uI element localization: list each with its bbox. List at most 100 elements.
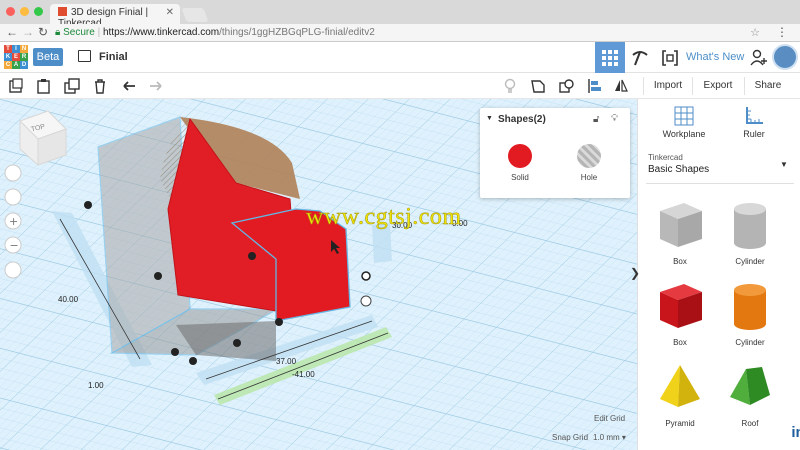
- resize-handle[interactable]: [189, 357, 197, 365]
- 3d-view-button[interactable]: [595, 42, 625, 73]
- z-offset-value[interactable]: 1.00: [88, 381, 104, 390]
- resize-handle[interactable]: [84, 201, 92, 209]
- address-bar: ← → ↻ 🔒︎ Secure | https://www.tinkercad.…: [0, 24, 800, 42]
- ungroup-icon[interactable]: [558, 78, 574, 94]
- brand-name: Linked: [740, 424, 789, 441]
- trash-icon[interactable]: [92, 78, 108, 94]
- share-button[interactable]: Share: [748, 73, 788, 99]
- home-view-button[interactable]: [4, 164, 22, 182]
- shape-label: Pyramid: [665, 419, 695, 428]
- width-dimension-value[interactable]: 37.00: [276, 357, 296, 366]
- brand-in: in: [789, 424, 800, 441]
- browser-tab[interactable]: 3D design Finial | Tinkercad ✕: [50, 4, 180, 29]
- codeblocks-button[interactable]: [655, 42, 685, 73]
- user-avatar[interactable]: [772, 44, 798, 70]
- resize-handle[interactable]: [248, 252, 256, 260]
- mirror-icon[interactable]: [613, 78, 629, 94]
- shape-pyramid[interactable]: Pyramid: [650, 361, 710, 441]
- ruler-tool[interactable]: Ruler: [734, 105, 774, 139]
- watermark-text: www.cgtsj.com: [306, 204, 462, 231]
- project-name[interactable]: Finial: [99, 51, 128, 63]
- bookmark-star-icon[interactable]: ☆: [750, 26, 760, 39]
- collapse-panel-chevron-icon[interactable]: ❯: [630, 266, 640, 280]
- shape-box-solid[interactable]: Box: [650, 280, 710, 360]
- new-shape-icon[interactable]: [8, 78, 24, 94]
- snap-grid-value: 1.0 mm: [593, 433, 620, 442]
- secure-label: Secure: [63, 27, 95, 38]
- align-icon[interactable]: [587, 78, 603, 94]
- pickaxe-icon: [632, 50, 648, 65]
- toolbar-divider: [744, 77, 745, 95]
- duplicate-icon[interactable]: [64, 78, 80, 94]
- redo-icon[interactable]: [148, 78, 164, 94]
- workplane-tool[interactable]: Workplane: [658, 105, 710, 139]
- ortho-view-button[interactable]: [4, 261, 22, 279]
- rotate-handle[interactable]: [360, 295, 372, 307]
- solid-button[interactable]: [508, 144, 532, 168]
- browser-tab-bar: 3D design Finial | Tinkercad ✕: [0, 0, 800, 29]
- solid-label: Solid: [511, 173, 529, 182]
- reload-icon[interactable]: ↻: [38, 25, 48, 39]
- url-field[interactable]: 🔒︎ Secure | https://www.tinkercad.com/th…: [55, 25, 755, 40]
- tinkercad-logo[interactable]: TIN KER CAD: [4, 45, 28, 69]
- minimize-window-icon[interactable]: [20, 7, 29, 16]
- url-path: /things/1ggHZBGqPLG-finial/editv2: [219, 27, 375, 38]
- paste-icon[interactable]: [36, 78, 52, 94]
- design-list-icon[interactable]: [78, 50, 91, 62]
- back-arrow-icon[interactable]: ←: [6, 25, 18, 39]
- browser-menu-icon[interactable]: ⋮: [776, 25, 788, 39]
- resize-handle[interactable]: [275, 318, 283, 326]
- close-tab-icon[interactable]: ✕: [166, 7, 174, 18]
- x-offset-value[interactable]: -41.00: [292, 370, 315, 379]
- shape-library-panel: Workplane Ruler Tinkercad Basic Shapes ▼…: [637, 99, 800, 450]
- lock-icon: 🔒︎: [55, 27, 61, 38]
- library-select[interactable]: Basic Shapes: [648, 164, 709, 175]
- add-user-icon: [750, 49, 767, 65]
- hole-button[interactable]: [577, 144, 601, 168]
- shape-cylinder-solid[interactable]: Cylinder: [720, 280, 780, 360]
- shape-box-hole[interactable]: Box: [650, 199, 710, 279]
- shape-cylinder-hole[interactable]: Cylinder: [720, 199, 780, 279]
- plus-icon: +: [9, 215, 18, 228]
- collapse-caret-icon[interactable]: ▼: [486, 115, 493, 122]
- beta-badge: Beta: [33, 48, 63, 66]
- resize-handle[interactable]: [171, 348, 179, 356]
- resize-handle[interactable]: [154, 272, 162, 280]
- export-button[interactable]: Export: [696, 73, 740, 99]
- fit-view-button[interactable]: [4, 188, 22, 206]
- import-button[interactable]: Import: [647, 73, 689, 99]
- group-icon[interactable]: [530, 78, 546, 94]
- close-window-icon[interactable]: [6, 7, 15, 16]
- snap-grid-label: Snap Grid: [552, 433, 589, 442]
- box-red-icon: [660, 284, 702, 328]
- lock-icon[interactable]: 🔓︎: [593, 114, 599, 125]
- forward-arrow-icon[interactable]: →: [22, 25, 34, 39]
- resize-handle[interactable]: [233, 339, 241, 347]
- elevation-handle[interactable]: [361, 271, 371, 281]
- edit-grid-button[interactable]: Edit Grid: [594, 414, 625, 423]
- undo-icon[interactable]: [121, 78, 137, 94]
- library-divider: [646, 183, 794, 184]
- workplane-label: Workplane: [662, 129, 706, 139]
- blocks-view-button[interactable]: [625, 42, 655, 73]
- shape-label: Cylinder: [735, 338, 765, 347]
- dropdown-caret-icon[interactable]: ▼: [780, 160, 788, 169]
- height-dimension-value[interactable]: 40.00: [58, 295, 78, 304]
- url-host: https://www.tinkercad.com: [102, 27, 220, 38]
- ruler-label: Ruler: [743, 129, 765, 139]
- toolbar-divider: [692, 77, 693, 95]
- shape-label: Box: [673, 257, 687, 266]
- snap-grid-select[interactable]: 1.0 mm ▾: [593, 433, 626, 442]
- add-user-button[interactable]: [744, 42, 774, 73]
- library-source: Tinkercad: [648, 153, 683, 162]
- maximize-window-icon[interactable]: [34, 7, 43, 16]
- app-header: TIN KER CAD Beta Finial What's New: [0, 42, 800, 73]
- new-tab-button[interactable]: [181, 8, 209, 22]
- lightbulb-icon[interactable]: [502, 78, 518, 94]
- tinkercad-favicon-icon: [58, 7, 67, 16]
- whats-new-link[interactable]: What's New: [686, 51, 744, 63]
- minus-icon: −: [10, 239, 19, 252]
- shape-label: Box: [673, 338, 687, 347]
- visibility-bulb-icon[interactable]: 💡︎: [611, 113, 618, 124]
- ruler-icon: [746, 107, 763, 124]
